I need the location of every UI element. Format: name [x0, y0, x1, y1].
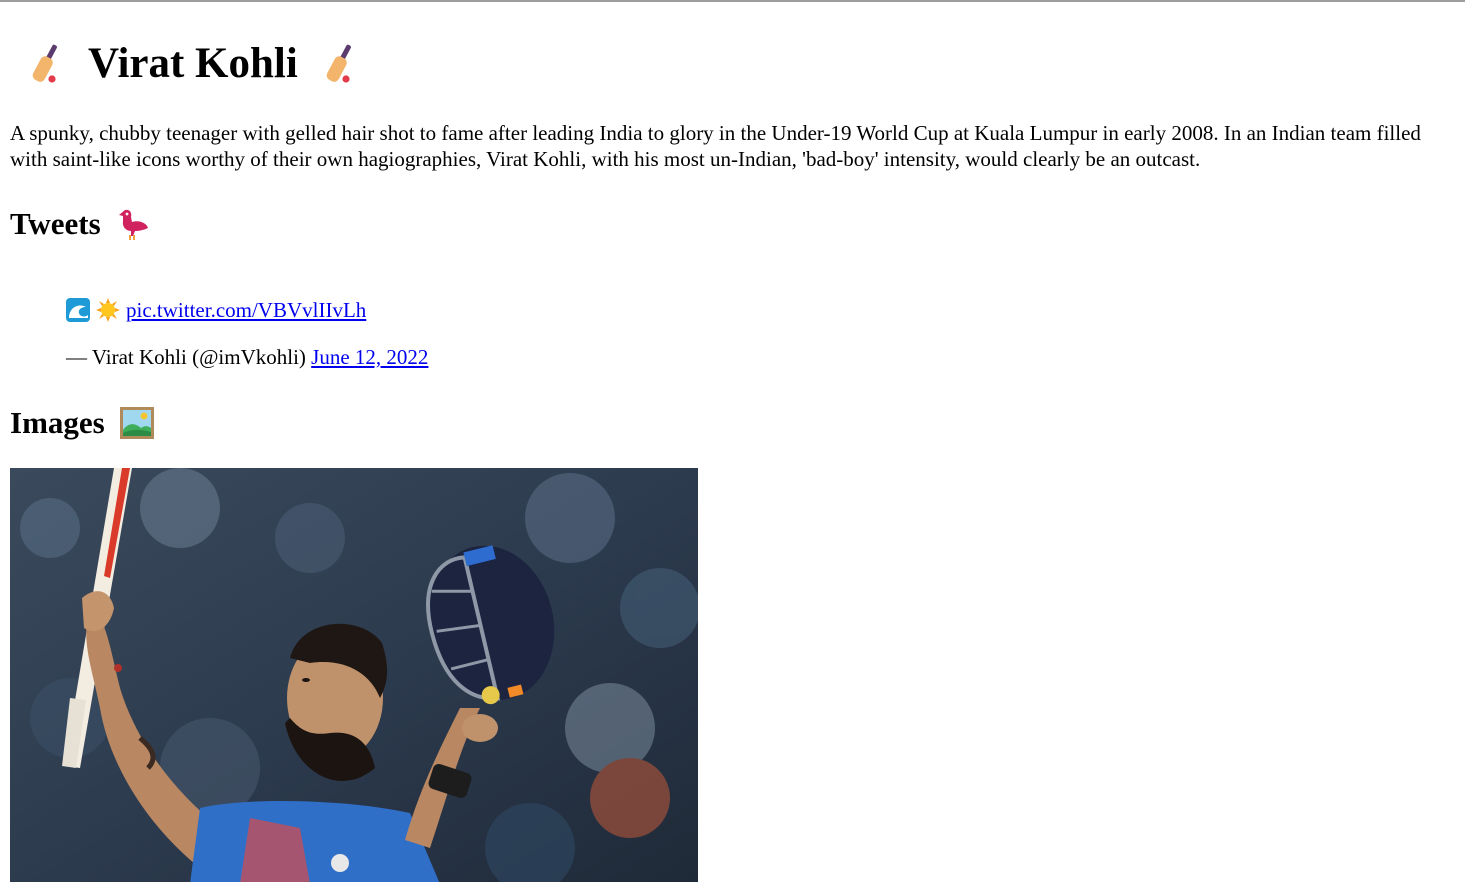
cricket-bat-icon	[28, 41, 64, 87]
cricketer-photo	[10, 468, 698, 882]
tweet-attribution: — Virat Kohli (@imVkohli) June 12, 2022	[66, 342, 428, 372]
sun-icon	[96, 298, 120, 322]
bio-paragraph: A spunky, chubby teenager with gelled ha…	[10, 121, 1421, 171]
bird-icon	[115, 206, 151, 242]
tweet-image-link[interactable]: pic.twitter.com/VBVvlIIvLh	[126, 295, 366, 325]
tweets-heading-text: Tweets	[10, 206, 101, 241]
images-heading: Images	[10, 404, 155, 442]
tweet-content: pic.twitter.com/VBVvlIIvLh	[66, 294, 428, 326]
images-heading-text: Images	[10, 405, 105, 440]
framed-picture-icon	[119, 405, 155, 441]
page-title-text: Virat Kohli	[88, 40, 298, 87]
tweet-author: — Virat Kohli (@imVkohli)	[66, 345, 306, 369]
tweet-date-link[interactable]: June 12, 2022	[311, 345, 428, 369]
wave-icon	[66, 298, 90, 322]
page-title: Virat Kohli	[24, 38, 362, 90]
cricket-bat-icon	[322, 41, 358, 87]
tweets-heading: Tweets	[10, 205, 151, 243]
tweet-item: pic.twitter.com/VBVvlIIvLh — Virat Kohli…	[66, 294, 428, 372]
